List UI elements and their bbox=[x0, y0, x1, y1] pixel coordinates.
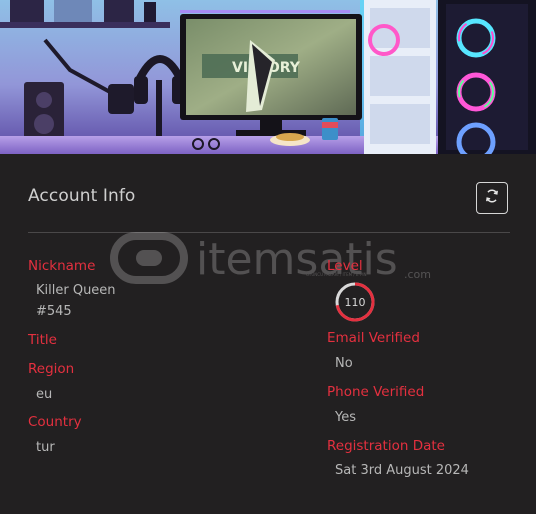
level-value: 110 bbox=[344, 295, 366, 309]
phone-verified-value: Yes bbox=[335, 410, 356, 425]
country-label: Country bbox=[28, 414, 82, 430]
refresh-button[interactable] bbox=[476, 182, 508, 214]
itemsatis-logo: itemsatis .com OYUNCU PAZARI / ITEM / E-… bbox=[110, 232, 431, 285]
account-info-page: VICTORY Acc bbox=[0, 0, 536, 514]
nickname-label: Nickname bbox=[28, 258, 96, 274]
level-label: Level bbox=[327, 258, 363, 274]
gaming-setup-illustration: VICTORY bbox=[0, 0, 536, 154]
email-verified-label: Email Verified bbox=[327, 330, 420, 346]
itemsatis-watermark: itemsatis .com OYUNCU PAZARI / ITEM / E-… bbox=[110, 228, 440, 288]
nickname-tag: #545 bbox=[36, 304, 72, 319]
phone-verified-label: Phone Verified bbox=[327, 384, 425, 400]
watermark-suffix: .com bbox=[404, 268, 431, 281]
registration-date-label: Registration Date bbox=[327, 438, 445, 454]
country-value: tur bbox=[36, 440, 55, 455]
refresh-icon bbox=[484, 188, 500, 208]
email-verified-value: No bbox=[335, 356, 353, 371]
region-value: eu bbox=[36, 387, 53, 402]
title-label: Title bbox=[28, 332, 57, 348]
nickname-value: Killer Queen bbox=[36, 283, 116, 298]
region-label: Region bbox=[28, 361, 75, 377]
registration-date-value: Sat 3rd August 2024 bbox=[335, 463, 469, 478]
profile-banner: VICTORY bbox=[0, 0, 536, 154]
card-title: Account Info bbox=[28, 186, 136, 206]
watermark-brand: itemsatis bbox=[196, 234, 398, 285]
level-progress-ring: 110 bbox=[334, 281, 376, 323]
